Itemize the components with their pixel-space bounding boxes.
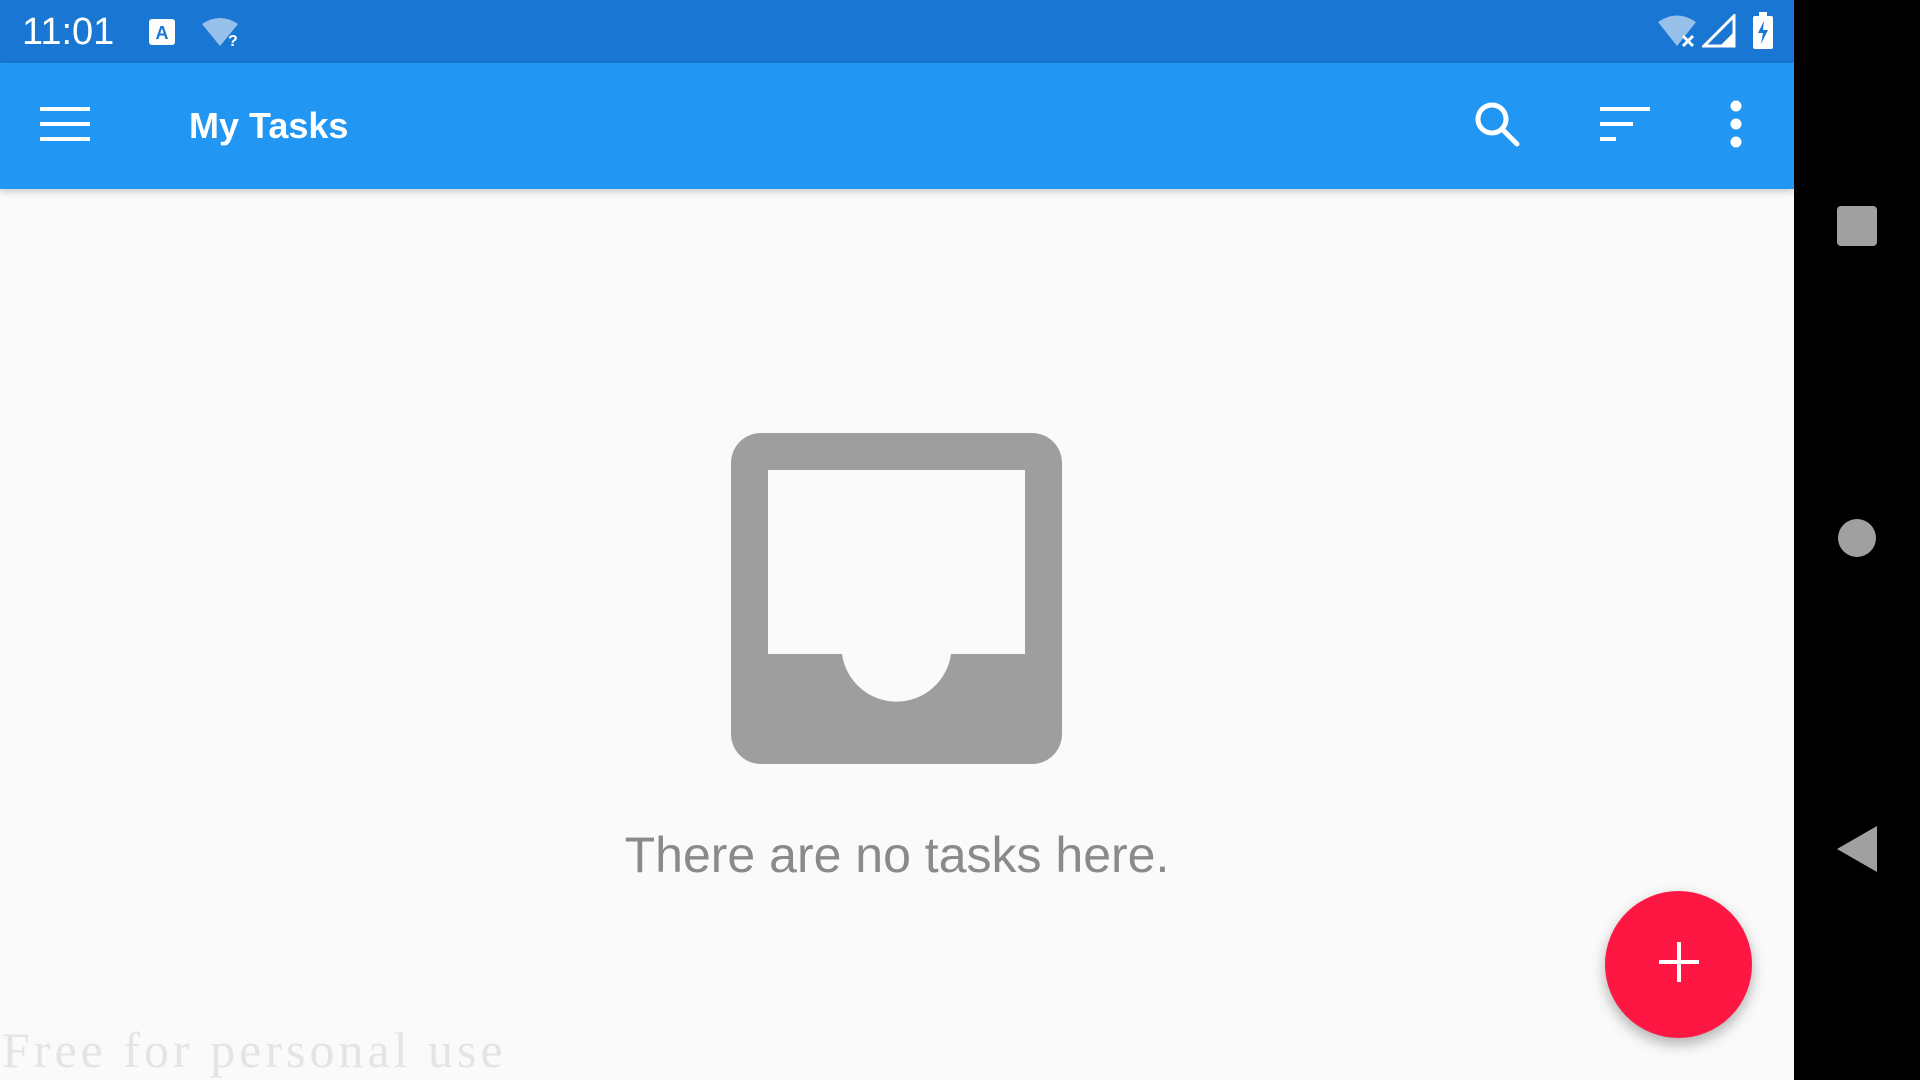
app-bar: My Tasks (0, 63, 1794, 189)
back-triangle-icon (1837, 825, 1877, 877)
search-button[interactable] (1457, 86, 1537, 166)
battery-charging-icon (1752, 12, 1774, 55)
menu-button[interactable] (25, 86, 105, 166)
menu-icon (40, 106, 90, 147)
svg-text:?: ? (228, 33, 238, 48)
recents-button[interactable] (1817, 188, 1897, 268)
status-time: 11:01 (22, 11, 115, 53)
add-task-button[interactable] (1605, 891, 1752, 1038)
accessibility-a-icon: A (148, 18, 176, 51)
recents-square-icon (1836, 205, 1878, 252)
more-options-button[interactable] (1696, 86, 1776, 166)
plus-icon (1658, 942, 1699, 987)
empty-state-message: There are no tasks here. (624, 827, 1170, 883)
navigation-bar (1794, 0, 1920, 1080)
home-circle-icon (1837, 518, 1877, 563)
page-title: My Tasks (189, 105, 349, 146)
home-button[interactable] (1817, 500, 1897, 580)
sort-button[interactable] (1585, 86, 1665, 166)
svg-text:A: A (156, 23, 169, 43)
app-screen: 11:01 A ? My Tasks There are no tasks he… (0, 0, 1794, 1080)
search-icon (1473, 100, 1521, 153)
inbox-icon (731, 433, 1062, 764)
sort-icon (1600, 106, 1650, 147)
more-vert-icon (1728, 100, 1744, 153)
cell-signal-icon (1700, 12, 1736, 53)
wifi-question-icon: ? (200, 16, 240, 53)
watermark-text: Free for personal use (2, 1022, 507, 1078)
status-bar: 11:01 A ? (0, 0, 1794, 63)
back-button[interactable] (1817, 811, 1897, 891)
wifi-off-icon (1656, 14, 1698, 53)
